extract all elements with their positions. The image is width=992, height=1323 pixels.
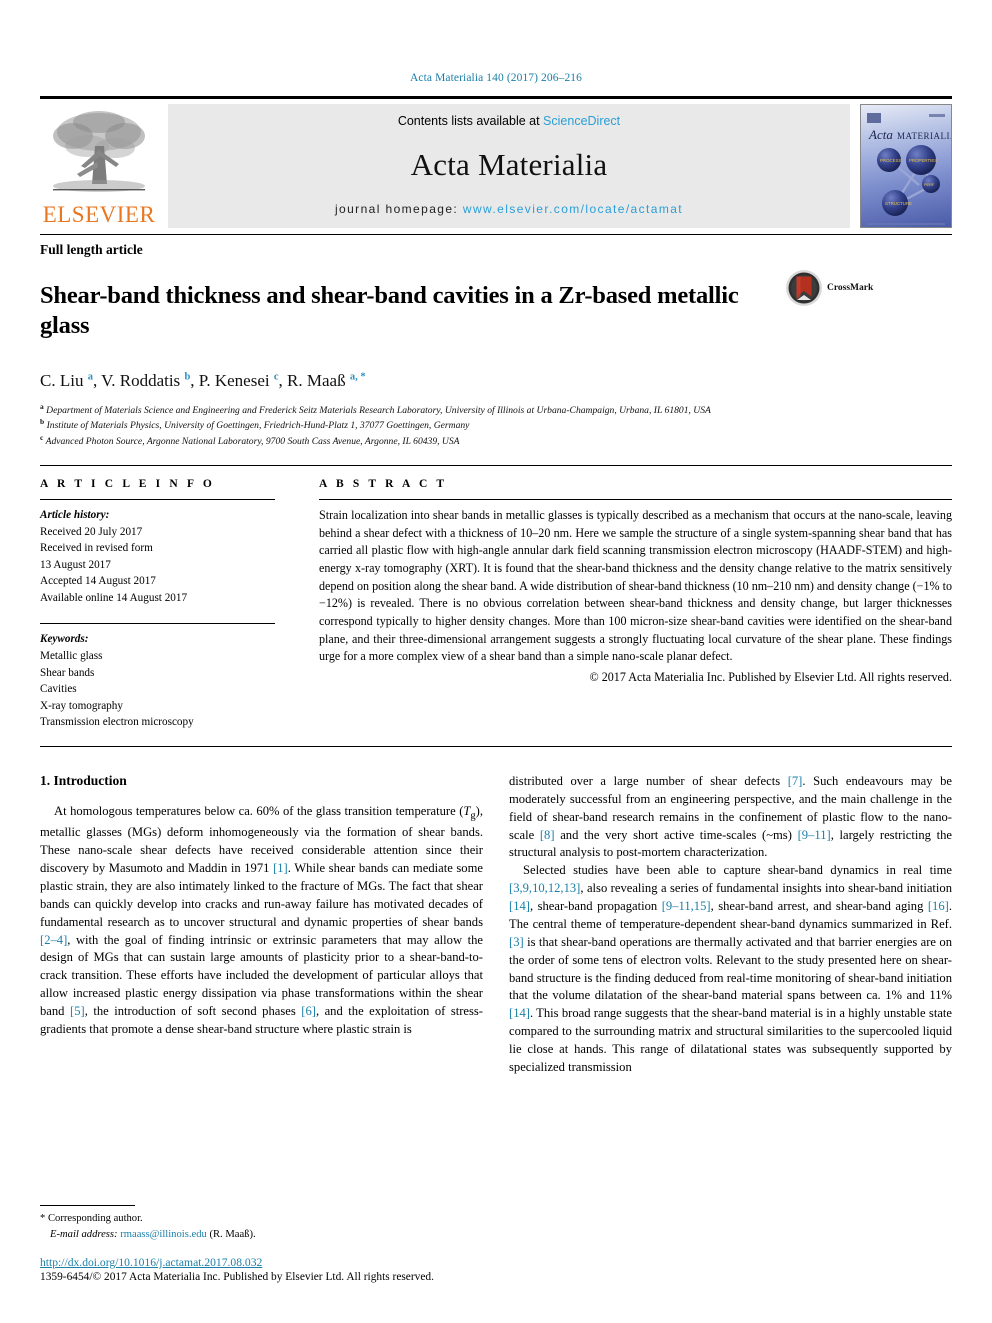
journal-homepage-link[interactable]: www.elsevier.com/locate/actamat [463, 202, 683, 216]
corresponding-author-line: * Corresponding author. [40, 1211, 487, 1226]
abstract-heading: A B S T R A C T [319, 477, 448, 490]
article-info-rule [40, 498, 275, 500]
email-link[interactable]: rmaass@illinois.edu [120, 1229, 207, 1240]
elsevier-tree-icon [53, 111, 145, 192]
author-list: C. Liu a, V. Roddatis b, P. Kenesei c, R… [40, 370, 366, 390]
svg-text:Acta: Acta [868, 127, 893, 142]
svg-text:PERF: PERF [924, 183, 935, 187]
contents-available-line: Contents lists available at ScienceDirec… [398, 114, 620, 128]
abstract-text: Strain localization into shear bands in … [319, 507, 952, 664]
contents-prefix: Contents lists available at [397, 114, 544, 128]
email-label: E-mail address: [50, 1228, 118, 1240]
journal-band: Contents lists available at ScienceDirec… [168, 104, 850, 228]
affiliation-text-b: Institute of Materials Physics, Universi… [46, 420, 470, 432]
svg-text:MATERIALIA: MATERIALIA [897, 131, 951, 141]
corresponding-marker: * [40, 1213, 46, 1225]
keywords-rule [40, 623, 275, 625]
paragraph: distributed over a large number of shear… [509, 773, 952, 860]
svg-text:STRUCTURE: STRUCTURE [885, 201, 912, 206]
keyword-item: Metallic glass [40, 650, 103, 663]
abstract-bottom-rule [40, 745, 952, 747]
paper-page: Acta Materialia 140 (2017) 206–216 ELSEV… [0, 0, 992, 1323]
affiliation-b: b Institute of Materials Physics, Univer… [40, 417, 952, 433]
affiliation-text-a: Department of Materials Science and Engi… [46, 404, 711, 416]
journal-title: Acta Materialia [410, 147, 608, 182]
keyword-item: X-ray tomography [40, 699, 123, 712]
svg-text:PROCESS: PROCESS [880, 158, 902, 163]
journal-masthead: ELSEVIER Contents lists available at Sci… [40, 96, 952, 228]
masthead-bottom-rule [40, 234, 952, 235]
homepage-prefix: journal homepage: [334, 202, 463, 216]
body-columns: 1. Introduction At homologous temperatur… [40, 773, 952, 1168]
page-footer: * Corresponding author. E-mail address: … [40, 1205, 487, 1283]
title-row: Shear-band thickness and shear-band cavi… [40, 265, 952, 357]
abstract-rule [319, 498, 952, 500]
article-history-block: Article history: Received 20 July 2017 R… [40, 507, 275, 606]
affiliation-marker-b: b [40, 417, 45, 427]
cover-artwork: Acta MATERIALIA PROCESS PROPERTIES PERF … [867, 113, 951, 225]
doi-link[interactable]: http://dx.doi.org/10.1016/j.actamat.2017… [40, 1256, 487, 1269]
corresponding-author-note: * Corresponding author. E-mail address: … [40, 1211, 487, 1242]
affiliation-a: a Department of Materials Science and En… [40, 402, 952, 418]
section-title-introduction: 1. Introduction [40, 772, 127, 788]
running-head: Acta Materialia 140 (2017) 206–216 [409, 72, 583, 84]
abstract-copyright: © 2017 Acta Materialia Inc. Published by… [589, 669, 952, 684]
corresponding-text: Corresponding author. [47, 1213, 143, 1225]
keywords-label: Keywords: [40, 633, 89, 646]
svg-text:PROPERTIES: PROPERTIES [909, 158, 937, 163]
history-item: Available online 14 August 2017 [40, 591, 188, 604]
affiliations: a Department of Materials Science and En… [40, 402, 952, 449]
article-info-heading: A R T I C L E I N F O [40, 477, 215, 490]
email-suffix: (R. Maaß). [209, 1228, 256, 1240]
page-title: Shear-band thickness and shear-band cavi… [40, 282, 739, 339]
keywords-block: Keywords: Metallic glass Shear bands Cav… [40, 631, 275, 730]
history-item: Received 20 July 2017 [40, 525, 143, 538]
crossmark-badge[interactable]: CrossMark [785, 269, 873, 307]
article-type-label: Full length article [40, 242, 143, 257]
paragraph: Selected studies have been able to captu… [509, 863, 952, 1074]
crossmark-icon [786, 270, 822, 306]
keyword-item: Transmission electron microscopy [40, 716, 194, 729]
keyword-item: Shear bands [40, 666, 95, 679]
paragraph: At homologous temperatures below ca. 60%… [40, 803, 484, 1036]
history-item: Accepted 14 August 2017 [40, 575, 156, 588]
elsevier-logo: ELSEVIER [40, 104, 158, 228]
affiliation-marker-a: a [40, 401, 44, 411]
history-item: 13 August 2017 [40, 558, 111, 571]
affiliation-text-c: Advanced Photon Source, Argonne National… [45, 436, 460, 448]
crossmark-label: CrossMark [827, 283, 874, 293]
affiliation-c: c Advanced Photon Source, Argonne Nation… [40, 433, 952, 449]
affiliation-marker-c: c [40, 433, 44, 443]
info-abstract-region: A R T I C L E I N F O Article history: R… [40, 464, 952, 731]
article-history-label: Article history: [40, 508, 110, 521]
journal-homepage-line: journal homepage: www.elsevier.com/locat… [335, 202, 683, 216]
body-column-right: distributed over a large number of shear… [509, 773, 952, 1168]
sciencedirect-link[interactable]: ScienceDirect [543, 114, 620, 128]
email-line: E-mail address: rmaass@illinois.edu (R. … [40, 1227, 487, 1242]
keyword-item: Cavities [40, 683, 77, 696]
footnote-rule [40, 1205, 135, 1207]
elsevier-wordmark: ELSEVIER [42, 202, 156, 227]
issn-copyright-line: 1359-6454/© 2017 Acta Materialia Inc. Pu… [40, 1271, 434, 1283]
journal-cover-thumbnail: Acta MATERIALIA PROCESS PROPERTIES PERF … [860, 104, 952, 228]
article-info-column: A R T I C L E I N F O Article history: R… [40, 478, 275, 731]
body-column-left: 1. Introduction At homologous temperatur… [40, 773, 483, 1168]
history-item: Received in revised form [40, 542, 153, 555]
abstract-column: A B S T R A C T Strain localization into… [319, 478, 952, 731]
